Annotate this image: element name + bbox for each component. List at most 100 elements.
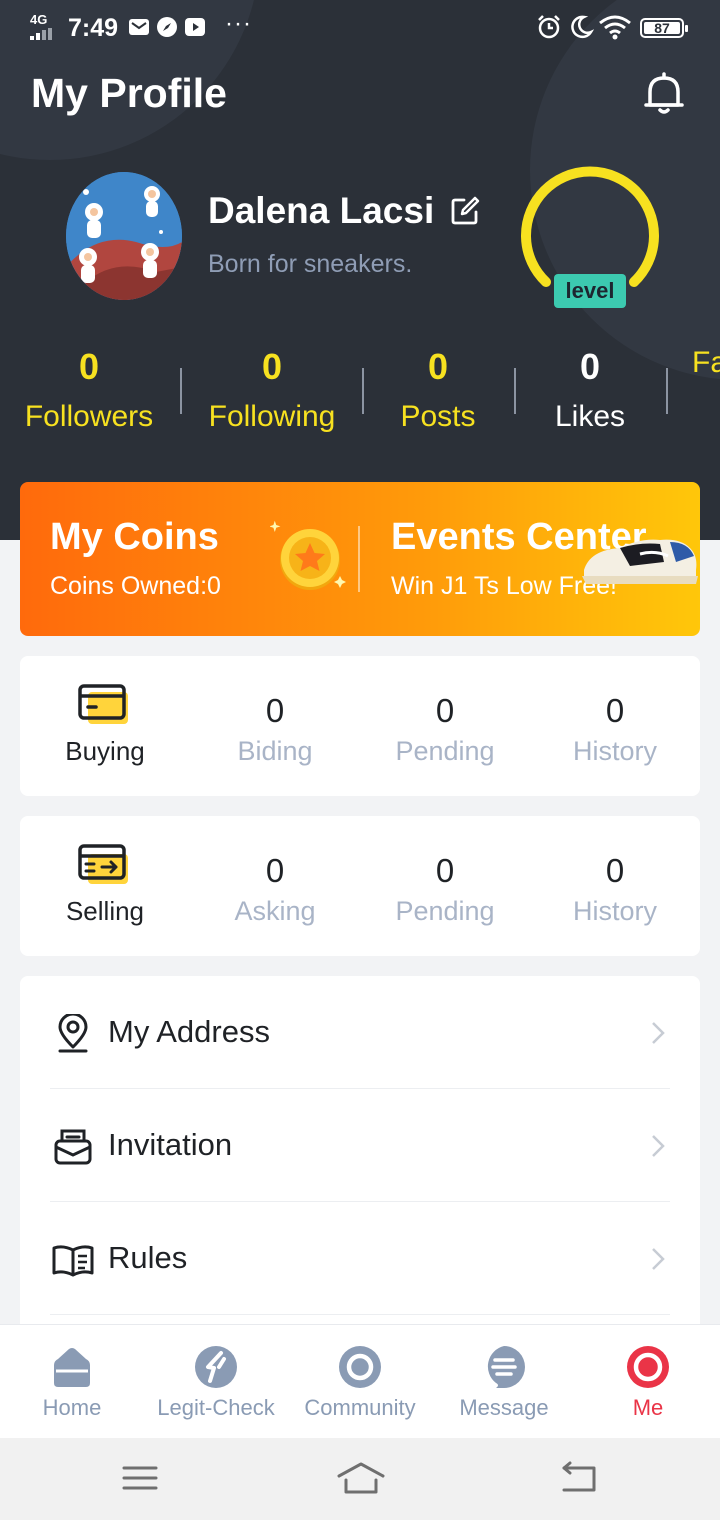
level-badge[interactable]: level [554,274,626,308]
sneaker-image [582,539,698,584]
alarm-icon [538,15,560,39]
order-count: 0 [605,852,625,889]
menu-item-my-address[interactable]: My Address [50,976,670,1089]
tab-label: Message [459,1395,549,1420]
order-status-label: History [572,896,657,926]
notification-bell-icon[interactable] [640,70,688,118]
stat-posts[interactable]: 0 Posts [374,340,502,440]
chevron-right-icon [652,1022,665,1044]
battery-indicator: 87 [640,18,688,38]
buying-pending[interactable]: 0 Pending [360,656,530,796]
tab-label: Home [42,1395,102,1420]
signal-icon [30,28,60,40]
selling-card-icon [78,844,128,884]
menu-item-invitation[interactable]: Invitation [50,1089,670,1202]
stat-value: 0 [579,346,601,387]
coin-icon [270,520,346,590]
wifi-icon [599,15,631,40]
buying-entry[interactable]: Buying [20,656,190,796]
tab-message[interactable]: Message [432,1325,576,1439]
stat-followers[interactable]: 0 Followers [10,340,168,440]
menu-item-label: Invitation [108,1127,233,1162]
home-icon [54,1348,90,1387]
stat-label: Likes [554,400,626,433]
stat-likes[interactable]: 0 Likes [526,340,654,440]
tab-me[interactable]: Me [576,1325,720,1439]
my-coins-title[interactable]: My Coins [50,516,219,559]
stat-label: Fa [692,346,720,379]
envelope-icon [54,1129,92,1165]
selling-title: Selling [65,896,145,926]
order-status-label: Asking [234,896,316,926]
order-count: 0 [435,852,455,889]
selling-asking[interactable]: 0 Asking [190,816,360,956]
profile-stats: 0 Followers 0 Following 0 Posts 0 Likes … [0,340,720,440]
tab-label: Community [304,1395,416,1420]
coins-events-banner: My Coins Coins Owned:0 Events Center Win… [20,482,700,636]
chevron-right-icon [652,1135,665,1157]
back-nav-icon[interactable] [556,1460,600,1496]
buying-history[interactable]: 0 History [530,656,700,796]
stat-value: 0 [78,346,100,387]
avatar[interactable] [66,172,182,300]
tab-label: Me [632,1395,664,1420]
banner-divider [358,526,360,592]
tab-home[interactable]: Home [0,1325,144,1439]
tab-label: Legit-Check [157,1395,275,1420]
menu-item-label: Rules [108,1240,188,1275]
selling-history[interactable]: 0 History [530,816,700,956]
stat-value: 0 [261,346,283,387]
order-status-label: Biding [237,736,313,766]
order-count: 0 [265,852,285,889]
status-bar: 4G 7:49 ··· 87 [0,0,720,56]
user-name: Dalena Lacsi [208,190,435,231]
more-notifications-icon: ··· [225,10,252,37]
network-type: 4G [30,12,48,27]
edit-profile-icon[interactable] [450,196,480,226]
buying-orders-card: Buying 0 Biding 0 Pending 0 History [20,656,700,796]
message-icon [487,1346,525,1388]
stat-value: 0 [427,346,449,387]
settings-menu-card: My Address Invitation Rules [20,976,700,1346]
youtube-icon [185,18,205,36]
recent-apps-menu-icon[interactable] [118,1460,162,1496]
stat-label: Following [208,400,336,433]
stat-following[interactable]: 0 Following [192,340,352,440]
selling-entry[interactable]: Selling [20,816,190,956]
location-pin-icon [58,1014,88,1053]
home-nav-icon[interactable] [336,1460,386,1496]
order-count: 0 [435,692,455,729]
stat-divider [666,368,668,414]
order-status-label: Pending [395,736,495,766]
compass-icon [157,17,177,37]
selling-pending[interactable]: 0 Pending [360,816,530,956]
mail-icon [129,19,149,35]
menu-item-label: My Address [108,1014,270,1049]
selling-orders-card: Selling 0 Asking 0 Pending 0 History [20,816,700,956]
buying-card-icon [78,684,128,724]
stat-divider [180,368,182,414]
bottom-tab-bar: Home Legit-Check Community Message Me [0,1324,720,1438]
order-count: 0 [605,692,625,729]
stat-divider [514,368,516,414]
tab-community[interactable]: Community [288,1325,432,1439]
tab-legit-check[interactable]: Legit-Check [144,1325,288,1439]
stat-divider [362,368,364,414]
buying-biding[interactable]: 0 Biding [190,656,360,796]
stat-partial[interactable]: Fa [692,340,720,386]
me-icon [627,1346,669,1388]
chevron-right-icon [652,1248,665,1270]
page-title: My Profile [31,70,227,116]
community-icon [339,1346,381,1388]
do-not-disturb-moon-icon [571,15,594,39]
order-status-label: History [572,736,657,766]
book-icon [52,1245,94,1277]
legit-check-icon [195,1346,237,1388]
stat-label: Posts [400,400,476,433]
system-navigation-bar [0,1438,720,1520]
stat-label: Followers [24,400,154,433]
order-status-label: Pending [395,896,495,926]
battery-level: 87 [654,20,670,36]
clock: 7:49 [68,14,119,42]
menu-item-rules[interactable]: Rules [50,1202,670,1315]
